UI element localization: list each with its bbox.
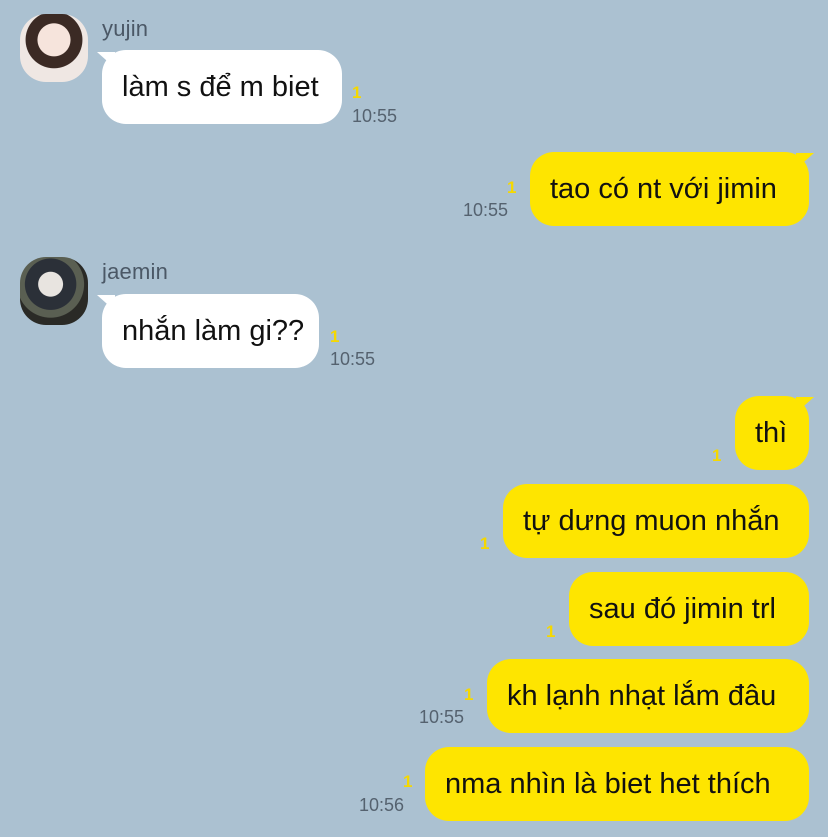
- unread-count: 1: [330, 327, 340, 346]
- message-time: 10:55: [330, 349, 376, 369]
- message-text: làm s để m biet: [122, 70, 319, 103]
- message-bubble-outgoing[interactable]: sau đó jimin trl: [569, 572, 809, 646]
- message-text: tao có nt với jimin: [550, 172, 777, 205]
- message-time: 10:56: [359, 795, 405, 815]
- message-time: 10:55: [463, 200, 509, 220]
- avatar-jaemin[interactable]: [20, 257, 88, 325]
- message-text: thì: [755, 416, 788, 449]
- sender-name-jaemin: jaemin: [102, 259, 169, 284]
- message-bubble-outgoing[interactable]: thì: [735, 396, 809, 470]
- message-time: 10:55: [419, 707, 465, 727]
- message-text: sau đó jimin trl: [589, 592, 776, 625]
- message-time: 10:55: [352, 106, 398, 126]
- unread-count: 1: [464, 685, 474, 704]
- message-bubble-incoming[interactable]: nhắn làm gi??: [102, 294, 319, 368]
- message-bubble-outgoing[interactable]: kh lạnh nhạt lắm đâu: [487, 659, 809, 733]
- message-text: tự dưng muon nhắn: [523, 504, 780, 537]
- message-bubble-incoming[interactable]: làm s để m biet: [102, 50, 342, 124]
- unread-count: 1: [480, 534, 490, 553]
- sender-name-yujin: yujin: [102, 16, 149, 41]
- unread-count: 1: [507, 178, 517, 197]
- message-text: kh lạnh nhạt lắm đâu: [507, 679, 777, 712]
- message-text: nma nhìn là biet het thích: [445, 767, 771, 800]
- message-text: nhắn làm gi??: [122, 314, 305, 347]
- unread-count: 1: [403, 772, 413, 791]
- message-bubble-outgoing[interactable]: tự dưng muon nhắn: [503, 484, 809, 558]
- unread-count: 1: [546, 622, 556, 641]
- unread-count: 1: [352, 83, 362, 102]
- message-bubble-outgoing[interactable]: nma nhìn là biet het thích: [425, 747, 809, 821]
- avatar-yujin[interactable]: [20, 14, 88, 82]
- unread-count: 1: [712, 446, 722, 465]
- message-bubble-outgoing[interactable]: tao có nt với jimin: [530, 152, 809, 226]
